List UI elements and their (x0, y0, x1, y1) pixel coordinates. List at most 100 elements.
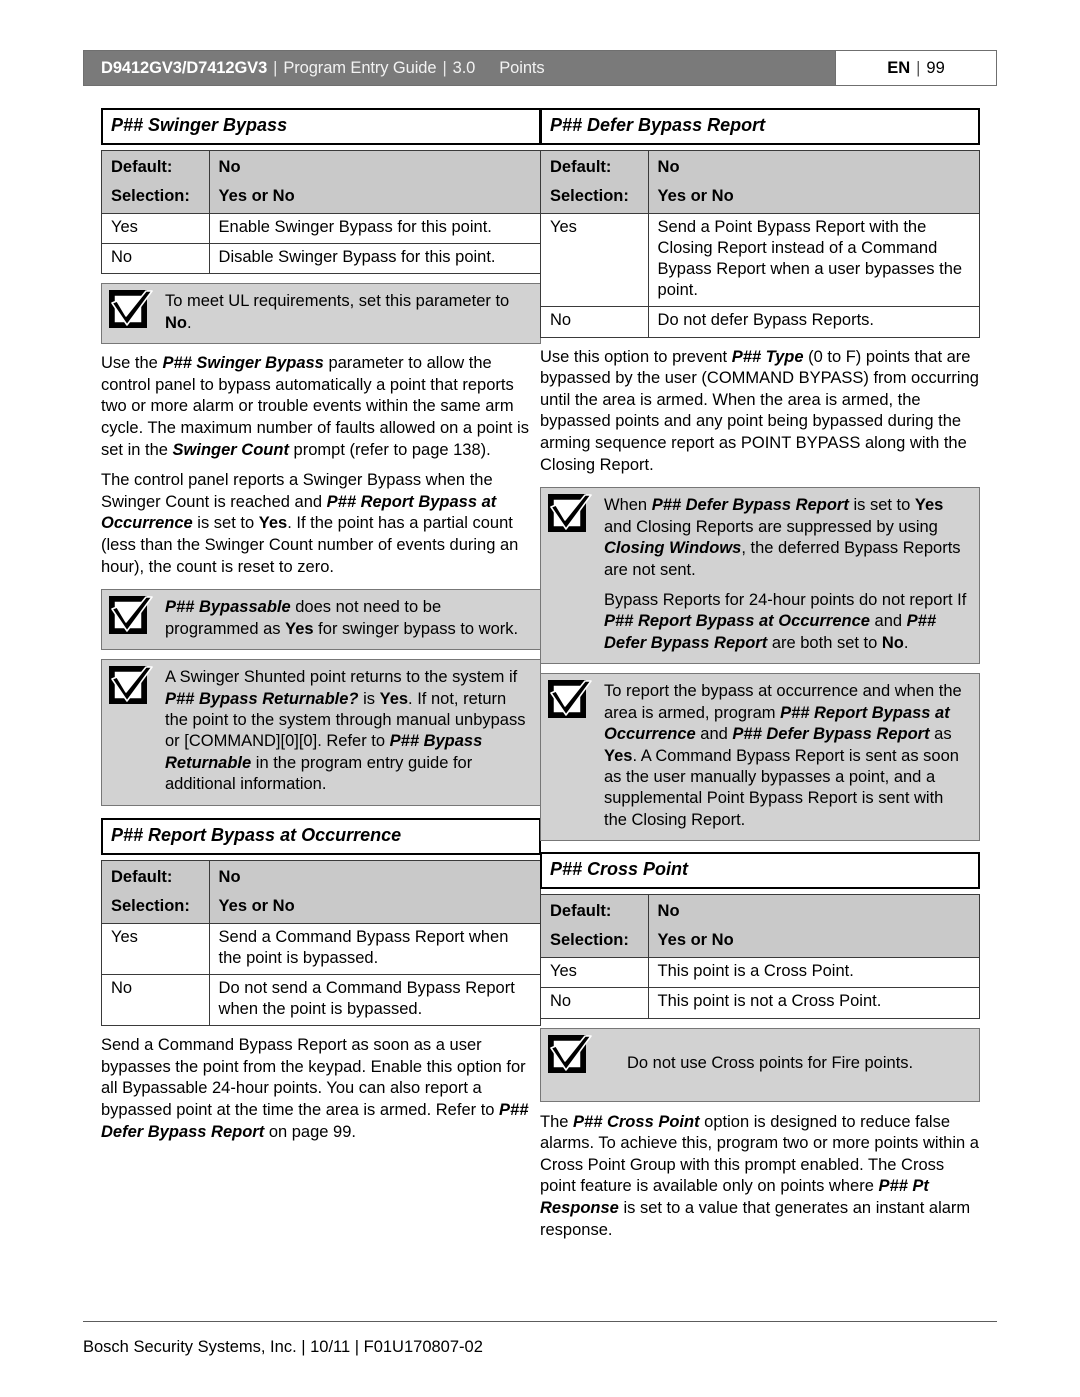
spec-table-swinger-bypass: Default: No Selection: Yes or No Yes Ena… (101, 149, 542, 275)
text-segment: are both set to (767, 633, 882, 652)
option-value: No (540, 987, 649, 1019)
option-value: No (101, 243, 210, 275)
selection-value: Yes or No (647, 925, 981, 959)
table-row: No Do not defer Bypass Reports. (540, 306, 981, 338)
table-row: Selection: Yes or No (540, 180, 981, 215)
table-row: Default: No (101, 149, 542, 181)
emphasis-value: Yes (604, 746, 633, 765)
text-segment: as (929, 725, 952, 744)
table-row: Yes Send a Point Bypass Report with the … (540, 213, 981, 308)
section-title-cross-point: P## Cross Point (540, 852, 980, 890)
option-description: This point is a Cross Point. (647, 957, 981, 989)
default-label: Default: (540, 894, 649, 926)
emphasis-parameter-name: P## Defer Bypass Report (732, 725, 930, 744)
page-number: 99 (926, 58, 945, 77)
text-segment: and (869, 612, 907, 631)
checkmark-box-icon (548, 680, 592, 719)
note-box-defer-bypass-closing-windows: When P## Defer Bypass Report is set to Y… (540, 487, 980, 665)
emphasis-parameter-name: P## Type (731, 347, 804, 366)
default-label: Default: (101, 859, 210, 891)
option-description: Disable Swinger Bypass for this point. (208, 243, 542, 275)
note-icon-cell (541, 1029, 599, 1101)
text-segment: is set to (192, 514, 259, 533)
emphasis-value: Yes (258, 514, 288, 533)
spec-table-defer-bypass-report: Default: No Selection: Yes or No Yes Sen… (540, 149, 981, 338)
header-version: 3.0 (452, 58, 476, 77)
checkmark-box-icon (109, 596, 153, 635)
text-segment: Bypass Reports for 24-hour points do not… (604, 590, 967, 609)
note-body: To meet UL requirements, set this parame… (160, 284, 540, 343)
selection-label: Selection: (101, 180, 210, 215)
table-row: Yes Enable Swinger Bypass for this point… (101, 213, 542, 245)
header-separator-2: | (442, 58, 447, 77)
header-chapter: Points (499, 58, 545, 77)
emphasis-value: Yes (914, 496, 944, 515)
text-segment: Use this option to prevent (540, 347, 732, 366)
section-title-defer-bypass-report: P## Defer Bypass Report (540, 108, 980, 145)
text-segment: on page 99. (264, 1122, 356, 1141)
text-segment: Use the (101, 354, 163, 373)
spec-table-cross-point: Default: No Selection: Yes or No Yes Thi… (540, 894, 981, 1019)
emphasis-parameter-name: P## Report Bypass at Occurrence (604, 612, 870, 631)
option-value: Yes (101, 922, 210, 975)
option-value: Yes (540, 213, 649, 308)
paragraph-swinger-bypass-2: The control panel reports a Swinger Bypa… (101, 470, 541, 578)
checkmark-box-icon (109, 290, 153, 329)
emphasis-parameter-name: P## Cross Point (573, 1112, 700, 1131)
option-description: Do not defer Bypass Reports. (647, 306, 981, 338)
emphasis-parameter-name: P## Bypassable (165, 598, 291, 617)
text-segment: prompt (refer to page 138). (288, 440, 491, 459)
option-description: Enable Swinger Bypass for this point. (208, 213, 542, 245)
text-segment: When (604, 496, 652, 515)
option-value: No (101, 973, 210, 1027)
emphasis-parameter-name: Closing Windows (604, 539, 742, 558)
checkmark-box-icon (548, 494, 592, 533)
default-value: No (208, 149, 542, 181)
note-icon-cell (102, 284, 160, 343)
note-icon-cell (102, 660, 160, 805)
note-body: When P## Defer Bypass Report is set to Y… (599, 488, 979, 663)
text-segment: A Swinger Shunted point returns to the s… (165, 668, 518, 687)
header-language: EN (887, 58, 911, 77)
text-segment: and Closing Reports are suppressed by us… (604, 517, 938, 536)
text-segment: . A Command Bypass Report is sent as soo… (604, 746, 959, 829)
checkmark-box-icon (548, 1034, 592, 1073)
note-body: Do not use Cross points for Fire points. (599, 1029, 979, 1101)
note-text: Do not use Cross points for Fire points. (627, 1053, 914, 1072)
option-description: Do not send a Command Bypass Report when… (208, 973, 542, 1027)
option-value: Yes (101, 213, 210, 245)
selection-value: Yes or No (647, 180, 981, 215)
selection-label: Selection: (540, 925, 649, 959)
header-guide-name: Program Entry Guide (283, 58, 437, 77)
right-column: P## Defer Bypass Report Default: No Sele… (540, 108, 981, 1241)
text-segment: (0 to F) points that are bypassed by the… (540, 347, 979, 474)
emphasis-parameter-name: Swinger Count (172, 440, 289, 459)
table-row: Selection: Yes or No (101, 180, 542, 215)
table-row: Default: No (101, 859, 542, 891)
note-box-bypassable: P## Bypassable does not need to be progr… (101, 589, 541, 651)
emphasis-parameter-name: P## Defer Bypass Report (651, 496, 849, 515)
option-value: Yes (540, 957, 649, 989)
text-segment: is set to (848, 496, 915, 515)
spec-table-report-bypass-at-occurrence: Default: No Selection: Yes or No Yes Sen… (101, 859, 542, 1027)
default-label: Default: (540, 149, 649, 181)
note-box-cross-point-fire: Do not use Cross points for Fire points. (540, 1027, 980, 1102)
paragraph-swinger-bypass-1: Use the P## Swinger Bypass parameter to … (101, 353, 541, 461)
note-icon-cell (541, 674, 599, 840)
note-emphasis: No (165, 313, 187, 332)
text-segment: The (540, 1112, 574, 1131)
text-segment: is (358, 689, 380, 708)
emphasis-value: No (881, 633, 904, 652)
footer-divider (83, 1321, 997, 1322)
table-row: Default: No (540, 894, 981, 926)
default-value: No (647, 149, 981, 181)
selection-value: Yes or No (208, 180, 542, 215)
table-row: No This point is not a Cross Point. (540, 987, 981, 1019)
table-row: Yes Send a Command Bypass Report when th… (101, 922, 542, 975)
left-column: P## Swinger Bypass Default: No Selection… (101, 108, 542, 1143)
footer-text: Bosch Security Systems, Inc. | 10/11 | F… (83, 1338, 483, 1356)
selection-label: Selection: (540, 180, 649, 215)
note-box-swinger-shunted: A Swinger Shunted point returns to the s… (101, 659, 541, 806)
header-page-block: EN | 99 (835, 51, 996, 85)
option-description: This point is not a Cross Point. (647, 987, 981, 1019)
